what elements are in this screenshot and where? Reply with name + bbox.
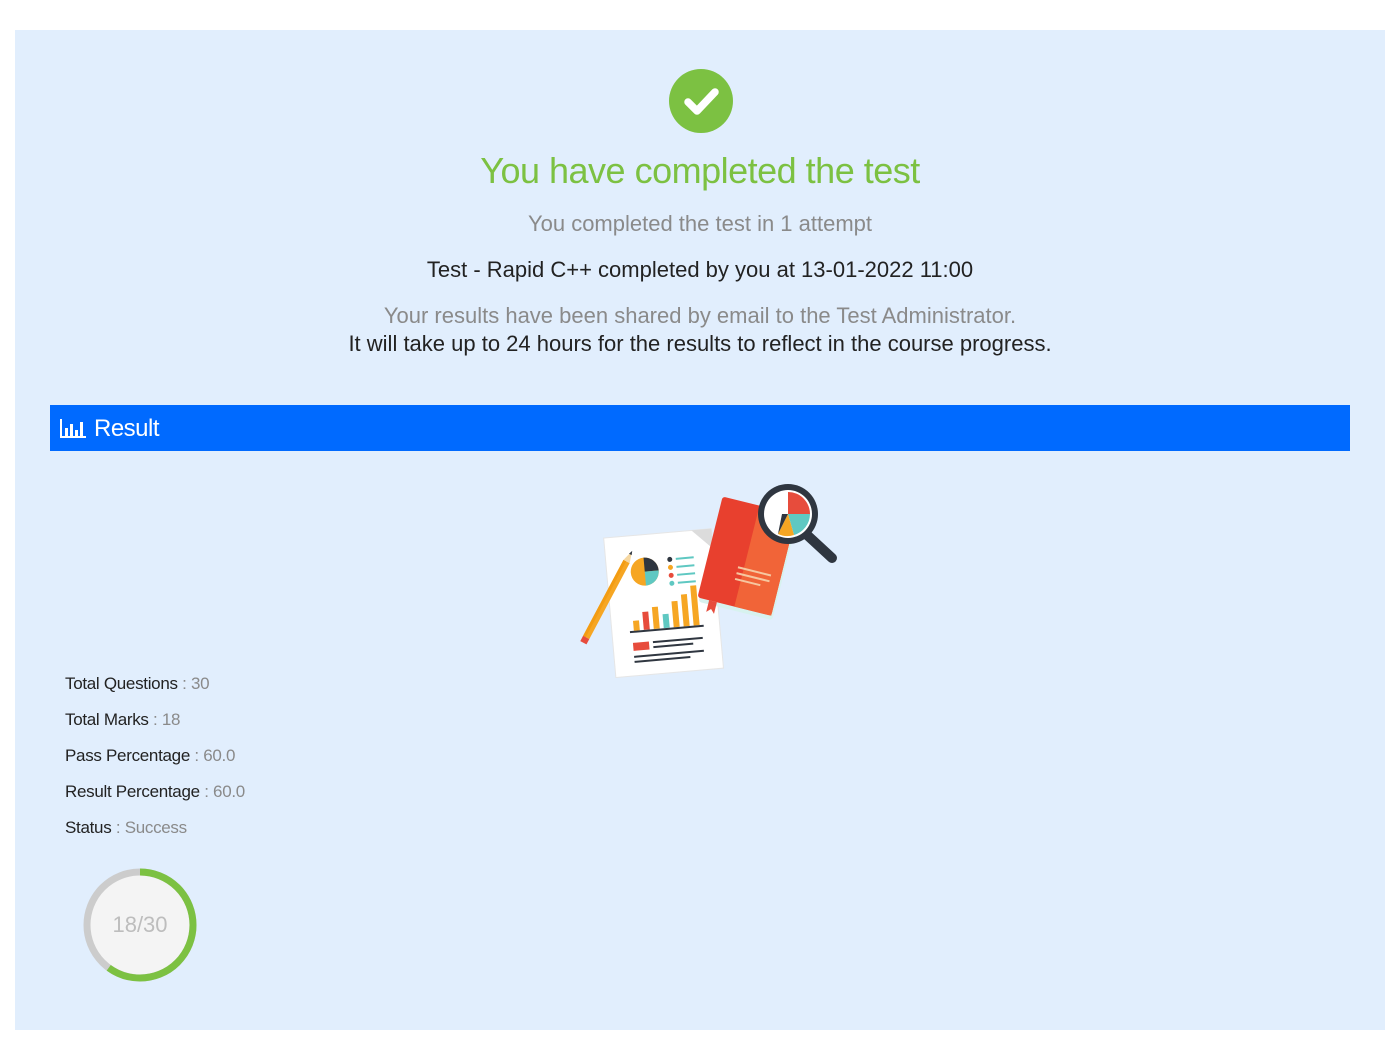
success-check-icon (669, 69, 733, 133)
results-panel: You have completed the test You complete… (15, 30, 1385, 1030)
stat-result-percentage: Result Percentage : 60.0 (65, 782, 245, 801)
score-progress-text: 18/30 (112, 912, 168, 937)
results-shared-text: Your results have been shared by email t… (383, 303, 1017, 328)
score-progress-ring: 18/30 (80, 865, 200, 985)
test-completed-text: Test - Rapid C++ completed by you at 13-… (426, 257, 974, 282)
completion-title: You have completed the test (480, 150, 920, 191)
stat-status: Status : Success (65, 818, 187, 837)
result-stats: Total Questions : 30 Total Marks : 18 Pa… (65, 674, 245, 854)
bar-chart-icon (60, 419, 86, 444)
attempts-text: You completed the test in 1 attempt (527, 211, 873, 236)
stat-total-marks: Total Marks : 18 (65, 710, 181, 729)
stat-total-questions: Total Questions : 30 (65, 674, 210, 693)
report-analysis-illustration (570, 478, 840, 683)
result-section-header: Result (50, 405, 1350, 451)
result-section-title: Result (94, 415, 160, 442)
results-reflect-note: It will take up to 24 hours for the resu… (348, 331, 1052, 356)
stat-pass-percentage: Pass Percentage : 60.0 (65, 746, 236, 765)
